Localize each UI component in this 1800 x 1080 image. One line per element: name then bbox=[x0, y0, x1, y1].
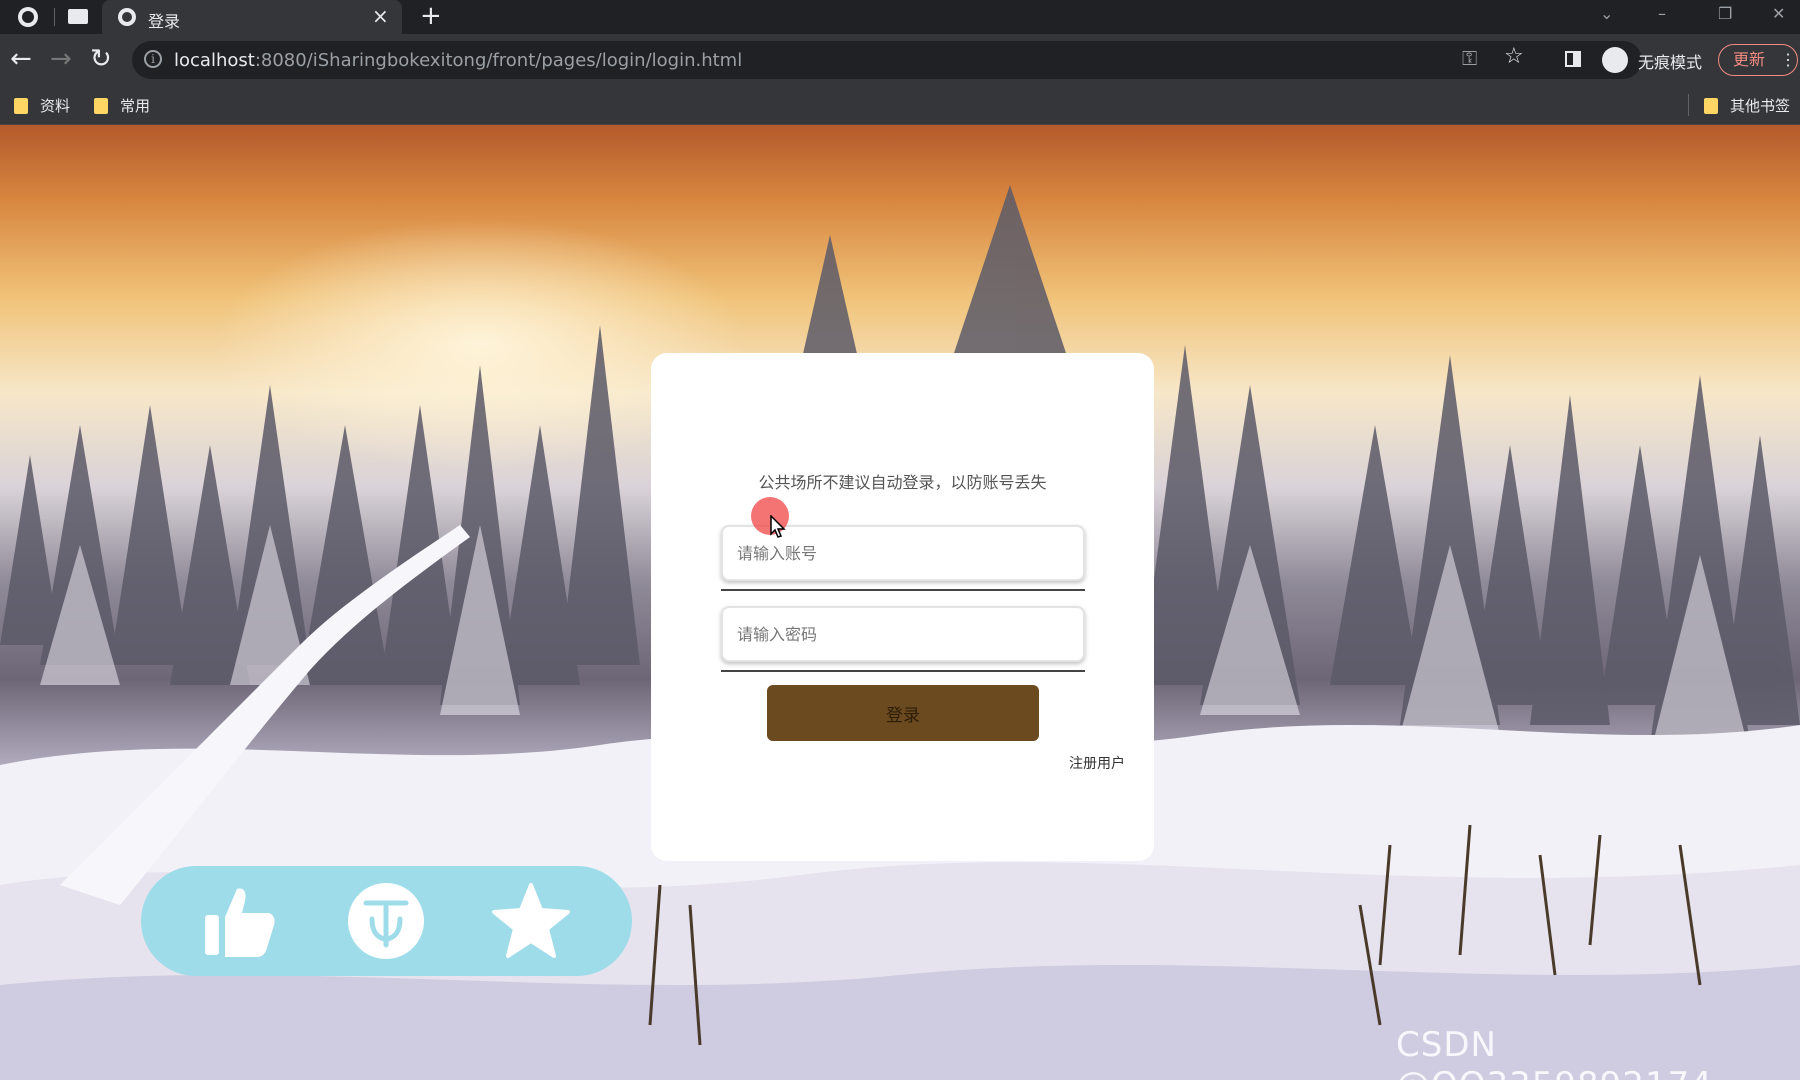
tab-list-chevron-icon[interactable]: ⌄ bbox=[1600, 4, 1613, 23]
password-key-icon[interactable]: ⚿ bbox=[1462, 46, 1477, 70]
bookmark-label: 常用 bbox=[120, 97, 151, 115]
coin-icon[interactable] bbox=[346, 881, 426, 961]
login-button[interactable]: 登录 bbox=[767, 685, 1039, 741]
bookmark-star-icon[interactable]: ☆ bbox=[1504, 44, 1524, 69]
password-input[interactable] bbox=[721, 606, 1085, 662]
floating-action-bar bbox=[141, 866, 632, 976]
update-label: 更新 bbox=[1733, 50, 1766, 69]
bookmark-folder-ziliao[interactable]: 资料 bbox=[14, 95, 70, 116]
tab-search-icon[interactable] bbox=[68, 9, 88, 24]
minimize-icon[interactable]: – bbox=[1658, 4, 1666, 23]
incognito-label: 无痕模式 bbox=[1638, 53, 1703, 72]
reload-icon[interactable]: ↻ bbox=[90, 42, 112, 76]
thumbs-up-icon[interactable] bbox=[199, 881, 279, 961]
folder-icon bbox=[94, 98, 108, 114]
back-arrow-icon[interactable]: ← bbox=[10, 42, 32, 76]
star-icon[interactable] bbox=[491, 881, 571, 961]
bookmarks-separator bbox=[1688, 94, 1689, 116]
folder-icon bbox=[1704, 98, 1718, 114]
password-underline bbox=[721, 670, 1085, 672]
tab-login[interactable]: 登录 × bbox=[102, 0, 402, 34]
incognito-icon[interactable] bbox=[1602, 47, 1628, 73]
other-bookmarks-folder[interactable]: 其他书签 bbox=[1704, 95, 1790, 116]
forward-arrow-icon[interactable]: → bbox=[50, 42, 72, 76]
restore-icon[interactable]: ❐ bbox=[1718, 4, 1732, 23]
register-link[interactable]: 注册用户 bbox=[1069, 753, 1125, 773]
account-underline bbox=[721, 589, 1085, 591]
globe-icon[interactable] bbox=[18, 7, 38, 27]
menu-dots-icon[interactable]: ⋮ bbox=[1780, 50, 1796, 69]
browser-toolbar: ← → ↻ i localhost:8080/iSharingbokexiton… bbox=[0, 34, 1800, 86]
page-viewport: 公共场所不建议自动登录，以防账号丢失 登录 注册用户 CSD bbox=[0, 125, 1800, 1080]
new-tab-button[interactable]: + bbox=[420, 1, 442, 31]
favicon-icon bbox=[118, 8, 136, 26]
site-info-icon[interactable]: i bbox=[144, 50, 162, 68]
bookmark-label: 资料 bbox=[40, 97, 71, 115]
bookmarks-bar: 资料 常用 其他书签 bbox=[0, 86, 1800, 125]
tab-close-button[interactable]: × bbox=[372, 4, 389, 28]
other-bookmarks-label: 其他书签 bbox=[1730, 97, 1791, 115]
login-card: 公共场所不建议自动登录，以防账号丢失 登录 注册用户 bbox=[651, 353, 1154, 861]
url-path: :8080/iSharingbokexitong/front/pages/log… bbox=[254, 50, 743, 71]
bookmark-folder-changyong[interactable]: 常用 bbox=[94, 95, 150, 116]
csdn-watermark: CSDN @QQ3359892174 bbox=[1396, 1025, 1712, 1080]
mouse-cursor-icon bbox=[770, 515, 786, 538]
tab-title: 登录 bbox=[148, 12, 181, 31]
login-notice: 公共场所不建议自动登录，以防账号丢失 bbox=[758, 473, 1047, 492]
update-button[interactable]: 更新 ⋮ bbox=[1718, 44, 1798, 76]
address-bar[interactable]: i localhost:8080/iSharingbokexitong/fron… bbox=[132, 41, 1642, 79]
window-close-icon[interactable]: ✕ bbox=[1772, 4, 1785, 23]
folder-icon bbox=[14, 98, 28, 114]
side-panel-icon[interactable] bbox=[1565, 51, 1581, 67]
url-text[interactable]: localhost:8080/iSharingbokexitong/front/… bbox=[174, 50, 742, 71]
url-host: localhost bbox=[174, 50, 255, 71]
tab-separator bbox=[54, 8, 55, 26]
tab-strip: 登录 × + ⌄ – ❐ ✕ bbox=[0, 0, 1800, 34]
